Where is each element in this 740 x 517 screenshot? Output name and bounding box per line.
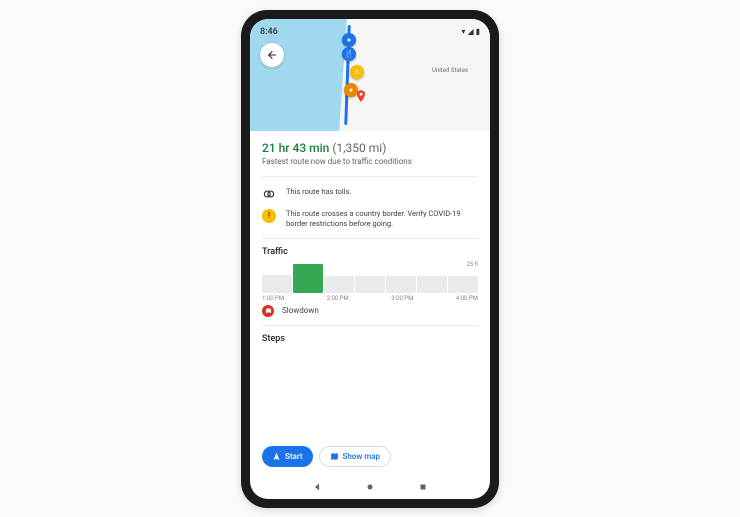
nav-recent-button[interactable] [418,482,428,492]
phone-frame: 8:46 ▾ ◢ ▮ United States ● 🍴 ⚠ ● [241,10,499,508]
alert-border-text: This route crosses a country border. Ver… [286,209,478,230]
nav-home-button[interactable] [365,482,375,492]
map-pin-waypoint[interactable]: 🍴 [342,47,356,61]
start-button-label: Start [285,452,303,461]
traffic-bar[interactable] [448,276,478,293]
route-details: 21 hr 43 min (1,350 mi) Fastest route no… [250,131,490,438]
traffic-time-labels: 1:00 PM 2:00 PM 3:00 PM 4:00 PM [262,295,478,302]
show-map-button[interactable]: Show map [319,446,392,467]
traffic-bar-active[interactable] [293,264,323,293]
traffic-bar[interactable] [324,276,354,293]
show-map-button-label: Show map [343,452,381,461]
route-duration: 21 hr 43 min [262,141,329,155]
steps-section: Steps [262,325,478,344]
traffic-chart[interactable]: 25 h 1:00 PM 2:00 PM 3:00 PM [262,263,478,299]
map-pin-alert[interactable]: ⚠ [350,65,364,79]
traffic-bar[interactable] [262,275,292,293]
start-button[interactable]: Start [262,446,313,467]
map-icon [330,452,339,461]
traffic-time-4: 4:00 PM [456,295,478,302]
wifi-icon: ▾ [461,27,465,36]
traffic-time-3: 3:00 PM [391,295,413,302]
route-distance: (1,350 mi) [332,141,386,155]
toll-icon [262,187,276,201]
navigation-icon [272,452,281,461]
traffic-time-2: 2:00 PM [327,295,349,302]
traffic-bar[interactable] [355,276,385,293]
back-button[interactable] [260,43,284,67]
slowdown-row: Slowdown [262,305,478,317]
steps-title: Steps [262,334,478,344]
status-time: 8:46 [260,27,278,37]
traffic-title: Traffic [262,247,478,257]
alert-border: ! This route crosses a country border. V… [262,209,478,230]
traffic-duration-label: 25 h [466,261,478,268]
warning-icon: ! [262,209,276,223]
status-bar: 8:46 ▾ ◢ ▮ [250,23,490,41]
alerts-section: This route has tolls. ! This route cross… [262,176,478,230]
battery-icon: ▮ [476,27,480,36]
alert-toll: This route has tolls. [262,187,478,201]
slowdown-label: Slowdown [282,306,319,315]
traffic-bar[interactable] [386,276,416,293]
status-icons: ▾ ◢ ▮ [461,27,480,36]
route-header: 21 hr 43 min (1,350 mi) Fastest route no… [262,141,478,166]
traffic-section: Traffic 25 h 1:00 PM 2:00 PM [262,238,478,317]
arrow-left-icon [266,49,278,61]
traffic-bar[interactable] [417,276,447,293]
android-nav-bar [250,475,490,499]
map-pin-destination[interactable] [354,87,368,105]
route-subtitle: Fastest route now due to traffic conditi… [262,157,478,166]
traffic-time-1: 1:00 PM [262,295,284,302]
slowdown-icon [262,305,274,317]
traffic-bars [262,263,478,293]
action-bar: Start Show map [250,438,490,475]
alert-toll-text: This route has tolls. [286,187,351,198]
nav-back-button[interactable] [312,482,322,492]
phone-screen: 8:46 ▾ ◢ ▮ United States ● 🍴 ⚠ ● [250,19,490,499]
signal-icon: ◢ [467,27,473,36]
map-country-label: United States [432,67,468,74]
route-time-row: 21 hr 43 min (1,350 mi) [262,141,478,155]
